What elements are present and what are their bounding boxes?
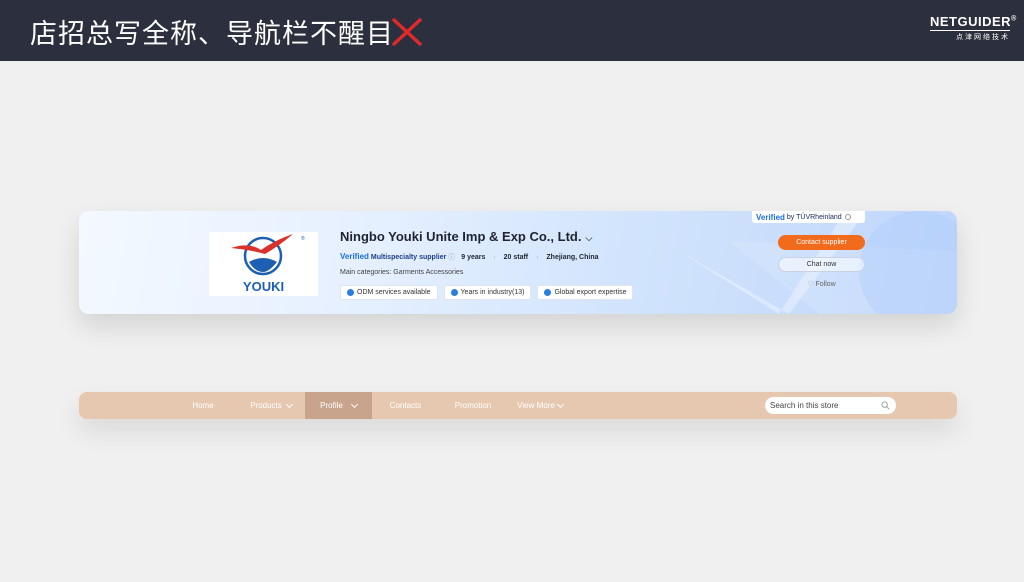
nav-label: Contacts — [389, 401, 422, 410]
tag-label: ODM services available — [357, 289, 431, 296]
location: Zhejiang, China — [546, 254, 599, 261]
check-icon — [347, 289, 354, 296]
info-icon[interactable]: ⓘ — [448, 254, 455, 261]
tag-years[interactable]: Years in industry(13) — [443, 285, 532, 300]
check-icon — [450, 289, 458, 296]
main-categories: Main categories: Garments Accessories — [340, 269, 464, 276]
heart-icon: ♡ — [807, 281, 814, 288]
nav-item-view-more[interactable]: View More — [510, 392, 570, 419]
help-icon[interactable] — [844, 214, 851, 220]
brand-registered-mark: ® — [1011, 15, 1017, 23]
slide-title: 店招总写全称、导航栏不醒目 — [30, 19, 394, 50]
check-icon — [544, 289, 552, 296]
nav-label: View More — [517, 401, 555, 410]
follow-label: Follow — [815, 281, 836, 288]
logo-wordmark: YOUKI — [242, 279, 285, 294]
nav-label: Products — [250, 401, 282, 410]
tag-label: Years in industry(13) — [460, 289, 525, 296]
svg-text:®: ® — [301, 235, 305, 242]
company-name-text: Ningbo Youki Unite Imp & Exp Co., Ltd. — [340, 229, 582, 244]
seagull-logo-icon: ® — [231, 234, 305, 276]
nav-label: Profile — [320, 401, 343, 410]
store-search[interactable] — [765, 397, 896, 414]
nav-label: Home — [192, 401, 214, 410]
search-icon[interactable] — [881, 401, 890, 410]
nav-item-profile[interactable]: Profile — [305, 392, 372, 419]
brand-logo: NETGUIDER® 点津网络技术 — [930, 14, 1016, 42]
supplier-type: Multispecialty supplier — [370, 254, 447, 261]
brand-subtitle: 点津网络技术 — [930, 30, 1010, 42]
tag-export[interactable]: Global export expertise — [537, 285, 634, 300]
search-input[interactable] — [765, 397, 875, 414]
separator-dot: · — [493, 254, 496, 261]
supplier-meta: Verified Multispecialty supplier ⓘ 9 yea… — [340, 252, 599, 262]
company-name[interactable]: Ningbo Youki Unite Imp & Exp Co., Ltd. ⌵ — [340, 229, 592, 244]
store-header-card: ® YOUKI Ningbo Youki Unite Imp & Exp Co.… — [79, 211, 957, 314]
years-in-business: 9 years — [461, 254, 486, 261]
tag-odm[interactable]: ODM services available — [340, 285, 438, 300]
store-logo[interactable]: ® YOUKI — [209, 232, 318, 296]
tuv-by-text: by TÜVRheinland — [786, 213, 842, 221]
brand-name: NETGUIDER — [930, 14, 1012, 29]
chevron-down-icon — [556, 400, 564, 408]
top-banner: 店招总写全称、导航栏不醒目 NETGUIDER® 点津网络技术 — [0, 0, 1024, 61]
staff-count: 20 staff — [503, 254, 529, 261]
x-icon — [392, 18, 422, 46]
store-navigation-bar: Home Products Profile Contacts Promotion… — [79, 392, 957, 419]
tuv-verified-text: Verified — [756, 212, 785, 222]
nav-item-home[interactable]: Home — [179, 392, 227, 419]
contact-supplier-button[interactable]: Contact supplier — [778, 235, 865, 250]
nav-label: Promotion — [454, 401, 492, 410]
tuv-verified-badge[interactable]: Verified by TÜVRheinland — [752, 211, 865, 223]
nav-item-contacts[interactable]: Contacts — [379, 392, 432, 419]
follow-button[interactable]: ♡ Follow — [778, 280, 865, 288]
chevron-down-icon[interactable]: ⌵ — [585, 233, 592, 243]
verified-badge: Verified — [340, 252, 369, 261]
capability-tags: ODM services available Years in industry… — [340, 285, 634, 300]
nav-item-promotion[interactable]: Promotion — [445, 392, 501, 419]
chevron-down-icon — [285, 400, 293, 408]
nav-item-products[interactable]: Products — [241, 392, 301, 419]
separator-dot: · — [536, 254, 539, 261]
chat-now-button[interactable]: Chat now — [778, 257, 865, 272]
chevron-down-icon — [350, 400, 358, 408]
tag-label: Global export expertise — [554, 289, 627, 296]
